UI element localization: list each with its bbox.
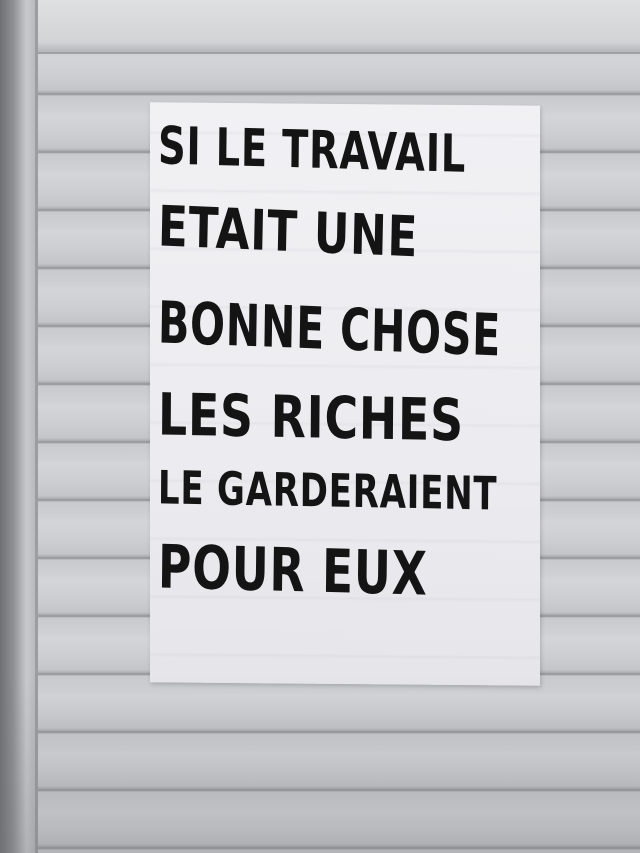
handwritten-poster: SI LE TRAVAIL ETAIT UNE BONNE CHOSE LES … <box>150 102 540 686</box>
shadow-overlay <box>0 673 640 853</box>
poster-line-4: LES RICHES <box>157 380 465 455</box>
poster-line-6: POUR EUX <box>157 532 428 610</box>
photo-scene: SI LE TRAVAIL ETAIT UNE BONNE CHOSE LES … <box>0 0 640 853</box>
shutter-top-panel <box>38 0 640 54</box>
poster-line-1: SI LE TRAVAIL <box>157 116 467 185</box>
poster-line-5: LE GARDERAIENT <box>157 460 498 521</box>
poster-line-2: ETAIT UNE <box>157 194 419 271</box>
poster-line-3: BONNE CHOSE <box>157 288 502 370</box>
